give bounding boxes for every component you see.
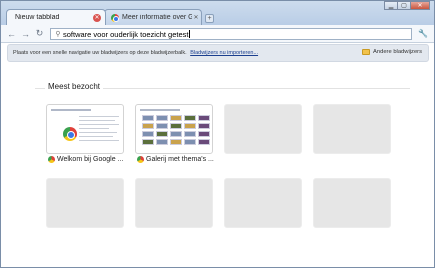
omnibox[interactable]: ⚲ software voor ouderlijk toezicht getes…	[50, 28, 412, 40]
empty-thumbnail	[224, 104, 302, 154]
empty-thumbnail	[135, 178, 213, 228]
chrome-logo-icon	[63, 127, 77, 141]
minimize-icon[interactable]: ▁	[384, 1, 398, 10]
theme-gallery-grid	[142, 115, 210, 145]
browser-window: Nieuw tabblad ✕ Meer informatie over Go.…	[0, 0, 435, 268]
close-icon[interactable]: ✕	[192, 14, 200, 22]
other-bookmarks-label: Andere bladwijzers	[373, 49, 422, 55]
most-visited-title: Meest bezocht	[45, 82, 104, 91]
most-visited-thumbnail[interactable]	[46, 104, 124, 154]
text-caret	[189, 30, 191, 38]
import-bookmarks-link[interactable]: Bladwijzers nu importeren...	[190, 50, 258, 56]
new-tab-button[interactable]: +	[205, 14, 214, 23]
window-close-icon[interactable]: ✕	[410, 1, 430, 10]
chrome-favicon-icon	[137, 156, 144, 163]
back-icon[interactable]: ←	[6, 28, 17, 39]
omnibox-input[interactable]: software voor ouderlijk toezicht getest	[63, 30, 188, 39]
tab-label: Meer informatie over Go...	[122, 14, 192, 21]
window-controls: ▁ ▢ ✕	[384, 1, 430, 10]
chrome-favicon-icon	[48, 156, 55, 163]
page-preview	[138, 107, 210, 151]
bookmarks-bar: Plaats voor een snelle navigatie uw blad…	[7, 44, 429, 62]
bookmarks-hint: Plaats voor een snelle navigatie uw blad…	[13, 50, 187, 56]
page-preview	[49, 107, 121, 151]
chrome-favicon-icon	[111, 13, 119, 22]
reload-icon[interactable]: ↻	[34, 28, 45, 39]
search-icon: ⚲	[55, 31, 61, 38]
thumbnail-caption[interactable]: Galerij met thema's ...	[137, 156, 214, 163]
close-icon[interactable]: ✕	[93, 13, 101, 22]
tab-new-tab[interactable]: Nieuw tabblad ✕	[6, 9, 106, 25]
thumbnail-caption[interactable]: Welkom bij Google ...	[48, 156, 123, 163]
forward-icon[interactable]: →	[20, 28, 31, 39]
empty-thumbnail	[313, 178, 391, 228]
empty-thumbnail	[46, 178, 124, 228]
tab-label: Nieuw tabblad	[15, 14, 60, 21]
empty-thumbnail	[224, 178, 302, 228]
title-bar: Nieuw tabblad ✕ Meer informatie over Go.…	[1, 1, 434, 25]
bookmarks-message: Plaats voor een snelle navigatie uw blad…	[13, 50, 258, 56]
other-bookmarks-button[interactable]: Andere bladwijzers	[362, 49, 422, 55]
maximize-icon[interactable]: ▢	[397, 1, 411, 10]
wrench-icon[interactable]: 🔧	[418, 29, 428, 39]
most-visited-thumbnail[interactable]	[135, 104, 213, 154]
thumbnail-title: Galerij met thema's ...	[146, 156, 214, 163]
folder-icon	[362, 49, 371, 55]
thumbnail-title: Welkom bij Google ...	[57, 156, 124, 163]
empty-thumbnail	[313, 104, 391, 154]
tab-more-info[interactable]: Meer informatie over Go... ✕	[104, 9, 202, 25]
toolbar: ← → ↻ ⚲ software voor ouderlijk toezicht…	[1, 25, 434, 43]
